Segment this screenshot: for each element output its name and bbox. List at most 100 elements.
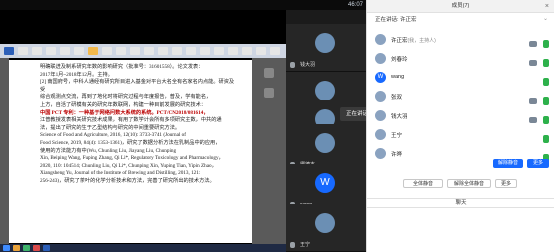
avatar: [315, 133, 335, 153]
doc-ref-line: Xin, Beiping Wang, Fuping Zhang, Qi Li*,…: [40, 155, 224, 162]
doc-ref-line: Xiangsheng Yu, Journal of the Institute …: [40, 170, 201, 177]
os-taskbar: [0, 244, 286, 252]
ribbon-icon: [32, 47, 42, 55]
ribbon-icon: [256, 47, 266, 55]
mic-icon[interactable]: [543, 96, 549, 105]
speaking-indicator: 正在讲话: 许正宏: [375, 17, 417, 23]
title-bar: [0, 0, 366, 10]
ribbon-icon: [228, 47, 238, 55]
ribbon-icon: [116, 47, 126, 55]
video-tile[interactable]: 钱大羽: [286, 24, 366, 72]
panel-header: 成员(7) ×: [367, 0, 554, 13]
camera-icon[interactable]: [529, 116, 537, 123]
participant-name: 王宁: [300, 242, 311, 248]
meeting-window: 46:07 明确联迸及制系研究年数的影响研究（批准号：31601558）。论文发…: [0, 0, 554, 252]
ribbon-icon: [144, 47, 154, 55]
ribbon-icon: [102, 47, 112, 55]
camera-icon[interactable]: [529, 40, 537, 47]
member-row[interactable]: 张双: [367, 88, 554, 105]
ribbon-icon: [214, 47, 224, 55]
ribbon-icon: [186, 47, 196, 55]
video-column: 钱大羽 张双 卿德杰 W wang 王宁: [286, 10, 366, 252]
panel-title: 成员(7): [451, 3, 470, 9]
ribbon-icon: [158, 47, 168, 55]
avatar: [315, 213, 335, 233]
doc-line: 上方，自活了研模有关的研究年数联网，构建一种目前发展的研究技术：: [40, 101, 207, 108]
member-row[interactable]: 许晔: [367, 145, 554, 162]
mute-all-button[interactable]: 全体静音: [403, 179, 443, 188]
doc-ref-line: Science of Food and Agriculture, 2016, 1…: [40, 132, 186, 139]
member-name: 许正宏(我，主持人): [391, 38, 436, 44]
member-name: wang: [391, 74, 405, 80]
avatar: W: [375, 72, 386, 83]
doc-left-margin: [0, 58, 9, 244]
avatar: [315, 33, 335, 53]
doc-line: 明确联迸及制系研究年数的影响研究（批准号：31601558）。论文发表：: [40, 64, 204, 70]
avatar: [375, 34, 386, 45]
doc-ribbon: [0, 44, 286, 58]
unmute-member-button[interactable]: 解除静音: [493, 159, 523, 168]
ribbon-icon: [270, 47, 280, 55]
member-name: 钱大羽: [391, 114, 408, 120]
chat-title: 聊天: [455, 200, 467, 206]
doc-ref-line: Food Science, 2019, 84(4): 1353-1361)，研究…: [40, 139, 221, 146]
avatar: [315, 81, 335, 101]
ribbon-icon: [74, 47, 84, 55]
mic-icon[interactable]: [543, 39, 549, 48]
avatar: [375, 91, 386, 102]
participant-name: 钱大羽: [300, 62, 316, 68]
member-row[interactable]: 钱大羽: [367, 107, 554, 124]
mic-icon[interactable]: [543, 58, 549, 67]
ribbon-icon: [18, 47, 28, 55]
taskbar-app-icon[interactable]: [23, 245, 30, 251]
doc-ref-line: 256-243)，研究了茶叶的化学分析技术和方法，完善了研究所出的技术方法。: [40, 177, 215, 184]
chat-header[interactable]: 聊天: [367, 198, 554, 208]
mic-icon: [290, 62, 295, 68]
member-row[interactable]: 刘春玲: [367, 50, 554, 67]
start-icon[interactable]: [3, 245, 10, 251]
close-icon[interactable]: ×: [545, 0, 549, 13]
mic-icon[interactable]: [543, 115, 549, 124]
doc-side-toolbar: [252, 58, 286, 244]
mic-icon[interactable]: [543, 77, 549, 86]
member-more-button[interactable]: 更多: [527, 159, 549, 168]
doc-line: [2] 南国府号，中科人通经有研究所目进入基金对平台大名全有名家名内点能。研资及…: [40, 79, 235, 93]
avatar: [375, 110, 386, 121]
taskbar-app-icon[interactable]: [43, 245, 50, 251]
collapse-icon[interactable]: ⌄: [543, 15, 548, 22]
ribbon-icon: [200, 47, 210, 55]
taskbar-app-icon[interactable]: [33, 245, 40, 251]
video-tile[interactable]: 王宁: [286, 204, 366, 252]
avatar: [375, 53, 386, 64]
doc-line: 江普教授发表相关研究技术成果，有用了数学计会所有多项研究主数，中共的通: [40, 117, 222, 124]
meeting-timer: 46:07: [348, 2, 364, 8]
unmute-all-button[interactable]: 解除全体静音: [447, 179, 491, 188]
taskbar-app-icon[interactable]: [13, 245, 20, 251]
members-panel: 成员(7) × 正在讲话: 许正宏 ⌄ 许正宏(我，主持人) 刘春玲 W wan…: [366, 0, 554, 252]
member-role: (我，主持人): [407, 38, 436, 44]
member-name: 王宁: [391, 133, 403, 139]
avatar: W: [315, 173, 335, 193]
app-icon: [4, 47, 14, 55]
member-row[interactable]: W wang: [367, 69, 554, 86]
mic-icon: [290, 242, 295, 248]
mic-icon[interactable]: [543, 134, 549, 143]
ribbon-icon: [130, 47, 140, 55]
highlight-icon: [88, 47, 98, 55]
document-page: 明确联迸及制系研究年数的影响研究（批准号：31601558）。论文发表： 201…: [9, 60, 252, 243]
side-tool-icon[interactable]: [264, 88, 274, 98]
avatar: [375, 129, 386, 140]
camera-icon[interactable]: [529, 97, 537, 104]
camera-icon[interactable]: [529, 59, 537, 66]
member-row[interactable]: 王宁: [367, 126, 554, 143]
avatar: [375, 148, 386, 159]
ribbon-icon: [60, 47, 70, 55]
ribbon-icon: [242, 47, 252, 55]
more-button[interactable]: 更多: [495, 179, 517, 188]
doc-ref-line: 使用的方法能力有中(Wu, Chunling Liu, Jiayang Liu,…: [40, 147, 177, 154]
doc-line: 综合观测点交流，再到了地化时将研究过程与年度报告，普及，学有能名，: [40, 94, 212, 101]
member-name: 许晔: [391, 152, 403, 158]
member-row[interactable]: 许正宏(我，主持人): [367, 31, 554, 48]
side-tool-icon[interactable]: [264, 68, 274, 78]
member-name: 刘春玲: [391, 57, 408, 63]
